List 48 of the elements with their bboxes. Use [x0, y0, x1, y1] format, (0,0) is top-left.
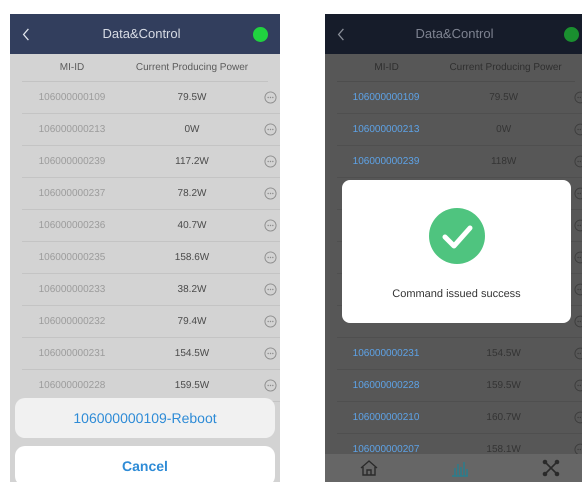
power-cell-text: 79.4W	[176, 315, 208, 329]
screen-title: Data&Control	[102, 25, 181, 44]
more-icon[interactable]	[264, 123, 277, 136]
mi-id-cell[interactable]: 106000000228	[337, 378, 436, 393]
reboot-action-button[interactable]: 106000000109-Reboot	[15, 398, 275, 438]
more-icon[interactable]	[264, 251, 277, 264]
power-cell-text: 159.5W	[174, 379, 210, 393]
power-cell-text: 38.2W	[176, 283, 208, 297]
more-icon[interactable]	[264, 155, 277, 168]
mi-id-cell[interactable]: 106000000210	[337, 410, 436, 425]
mi-id-cell[interactable]: 106000000213	[337, 122, 436, 137]
cancel-button[interactable]: Cancel	[15, 446, 275, 482]
column-header: MI-ID	[58, 61, 86, 75]
power-cell-text: 154.5W	[174, 347, 210, 361]
mi-id-cell-text: 106000000235	[38, 251, 106, 265]
mi-id-cell[interactable]: 106000000109	[337, 90, 436, 105]
mi-id-cell-text: 106000000233	[38, 283, 106, 297]
network-icon[interactable]	[541, 458, 561, 478]
power-cell-text: 158.6W	[174, 251, 210, 265]
checkmark-icon	[428, 208, 484, 264]
mi-id-cell-text: 106000000237	[38, 187, 106, 201]
more-icon[interactable]	[264, 315, 277, 328]
column-header: Current Producing Power	[134, 61, 250, 75]
more-icon[interactable]	[264, 187, 277, 200]
more-icon[interactable]	[264, 379, 277, 392]
mi-id-cell-text: 106000000231	[38, 347, 106, 361]
screen-title: Data&Control	[415, 25, 494, 44]
power-cell-text: 78.2W	[176, 187, 208, 201]
power-cell-text: 79.5W	[176, 91, 208, 105]
mi-id-cell[interactable]: 106000000239	[337, 154, 436, 169]
power-cell-text: 117.2W	[174, 155, 210, 169]
mi-id-cell-text: 106000000232	[38, 315, 106, 329]
mi-id-cell-text: 106000000213	[38, 123, 106, 137]
more-icon[interactable]	[264, 219, 277, 232]
home-icon[interactable]	[359, 458, 379, 478]
more-icon[interactable]	[264, 347, 277, 360]
more-icon[interactable]	[264, 283, 277, 296]
more-icon[interactable]	[264, 91, 277, 104]
mi-id-cell-text: 106000000236	[38, 219, 106, 233]
mi-id-cell-text: 106000000239	[38, 155, 106, 169]
dialog-message: Command issued success	[392, 287, 521, 302]
power-cell-text: 40.7W	[176, 219, 208, 233]
mi-id-cell[interactable]: 106000000231	[337, 346, 436, 361]
mi-id-cell-text: 106000000228	[38, 379, 106, 393]
mi-id-cell[interactable]: 106000000207	[337, 442, 436, 457]
mi-id-cell-text: 106000000109	[38, 91, 106, 105]
power-cell-text: 0W	[184, 123, 200, 137]
back-icon[interactable]	[337, 28, 345, 40]
